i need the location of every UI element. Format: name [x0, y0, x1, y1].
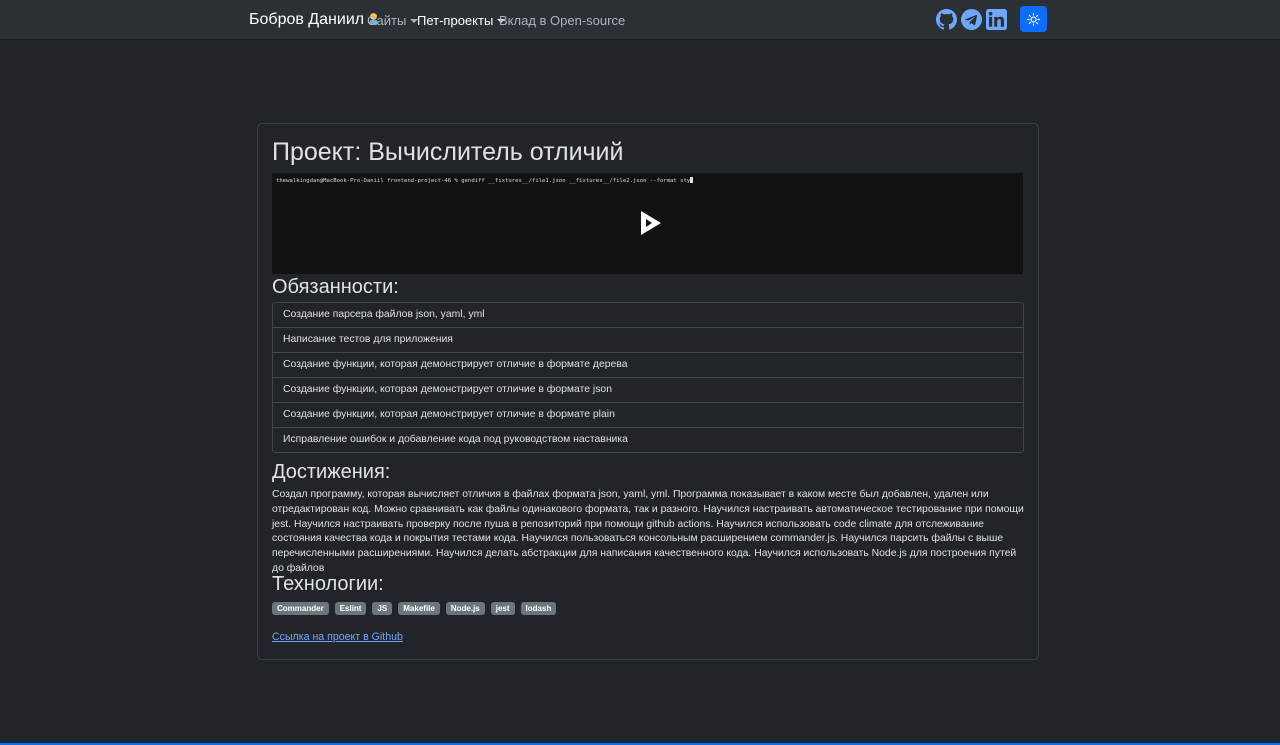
- nav-pet-projects-label: Пет-проекты: [417, 13, 494, 28]
- duties-list: Создание парсера файлов json, yaml, yml …: [272, 302, 1024, 453]
- play-icon[interactable]: [639, 209, 663, 237]
- asciinema-player[interactable]: thewalkingdan@MacBook-Pro-Daniil fronten…: [272, 173, 1023, 274]
- technology-badges: Commander Eslint JS Makefile Node.js jes…: [272, 602, 557, 616]
- page-title: Проект: Вычислитель отличий: [272, 138, 624, 166]
- duties-heading: Обязанности:: [272, 276, 399, 298]
- linkedin-icon[interactable]: [986, 9, 1007, 30]
- terminal-cursor: [690, 177, 694, 183]
- tech-badge: Node.js: [445, 602, 485, 615]
- tech-badge: JS: [372, 602, 393, 615]
- nav-sites-dropdown[interactable]: Сайты: [367, 13, 419, 28]
- list-item: Создание парсера файлов json, yaml, yml: [283, 309, 485, 320]
- terminal-output: thewalkingdan@MacBook-Pro-Daniil fronten…: [276, 177, 694, 184]
- achievements-text: Создал программу, которая вычисляет отли…: [272, 489, 1024, 574]
- tech-badge: lodash: [520, 602, 557, 615]
- nav-sites-label: Сайты: [367, 13, 407, 28]
- top-navbar: Бобров Даниил Сайты Пет-проекты Вклад в …: [0, 0, 1280, 39]
- brand[interactable]: Бобров Даниил: [249, 11, 379, 29]
- list-item: Исправление ошибок и добавление кода под…: [273, 427, 1023, 452]
- github-icon[interactable]: [936, 9, 957, 30]
- nav-pet-projects-dropdown[interactable]: Пет-проекты: [417, 13, 506, 28]
- nav-open-source-link[interactable]: Вклад в Open-source: [499, 13, 625, 28]
- achievements-heading: Достижения:: [272, 461, 391, 483]
- list-item: Создание функции, которая демонстрирует …: [273, 377, 1023, 402]
- list-item: Написание тестов для приложения: [273, 327, 1023, 352]
- tech-badge: Commander: [272, 602, 329, 615]
- github-project-link[interactable]: Ссылка на проект в Github: [272, 631, 403, 643]
- technologies-heading: Технологии:: [272, 573, 384, 595]
- sun-icon: [1027, 13, 1040, 26]
- brand-name: Бобров Даниил: [249, 11, 365, 28]
- terminal-text: thewalkingdan@MacBook-Pro-Daniil fronten…: [276, 178, 691, 184]
- telegram-icon[interactable]: [961, 9, 982, 30]
- list-item: Создание функции, которая демонстрирует …: [273, 402, 1023, 427]
- nav-open-source-label: Вклад в Open-source: [499, 13, 626, 28]
- tech-badge: Eslint: [334, 602, 367, 615]
- list-item: Создание функции, которая демонстрирует …: [273, 352, 1023, 377]
- theme-toggle-button[interactable]: [1020, 6, 1047, 32]
- tech-badge: Makefile: [398, 602, 440, 615]
- tech-badge: jest: [490, 602, 515, 615]
